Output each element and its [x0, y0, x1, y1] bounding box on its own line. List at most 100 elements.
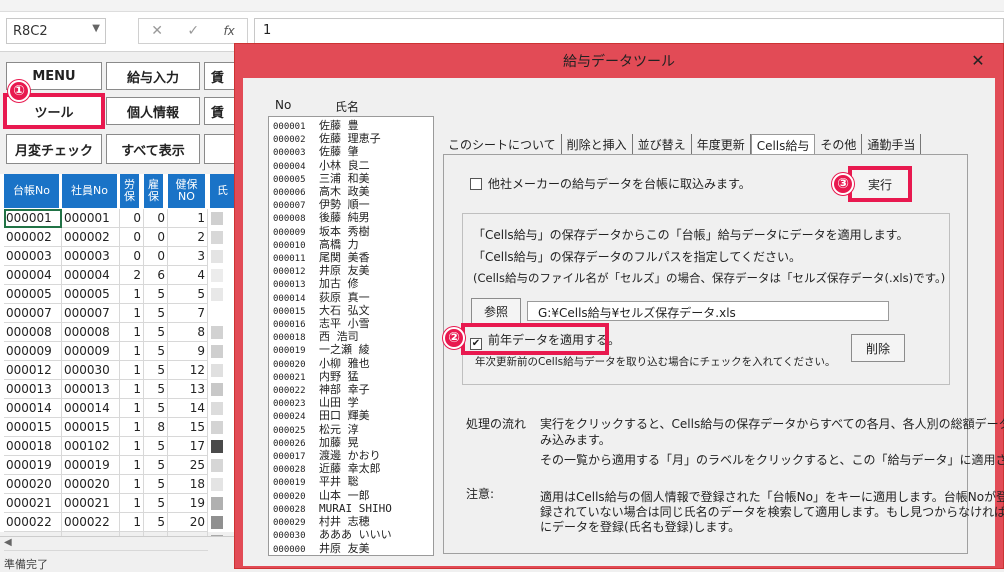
apply-prev-checkbox[interactable]: ✔ [470, 338, 482, 350]
grid-cell[interactable]: 0 [120, 228, 144, 247]
grid-cell[interactable]: 1 [120, 494, 144, 513]
column-header[interactable]: 台帳No [4, 174, 60, 208]
grid-cell[interactable]: 5 [144, 323, 168, 342]
partial-button-1[interactable]: 賃 [204, 62, 236, 90]
grid-cell[interactable]: 3 [168, 247, 208, 266]
grid-cell[interactable]: 000015 [4, 418, 62, 437]
tab-0[interactable]: このシートについて [443, 134, 562, 154]
grid-cell[interactable]: 000021 [62, 494, 120, 513]
tab-4[interactable]: Cells給与 [750, 134, 816, 155]
show-all-button[interactable]: すべて表示 [106, 134, 200, 164]
grid-cell[interactable]: 17 [168, 437, 208, 456]
grid-cell[interactable]: 1 [120, 380, 144, 399]
browse-button[interactable]: 参照 [471, 298, 521, 324]
grid-cell[interactable]: 1 [120, 418, 144, 437]
grid-cell[interactable]: 20 [168, 513, 208, 532]
grid-cell[interactable]: 1 [120, 456, 144, 475]
grid-cell[interactable]: 8 [168, 323, 208, 342]
import-other-row[interactable]: 他社メーカーの給与データを台帳に取込みます。 [470, 175, 751, 192]
column-header[interactable]: 健保NO [168, 174, 206, 208]
grid-cell[interactable]: 000001 [62, 209, 120, 228]
grid-cell[interactable]: 5 [144, 475, 168, 494]
chevron-down-icon[interactable]: ▼ [92, 23, 100, 34]
grid-cell[interactable]: 000022 [62, 513, 120, 532]
grid-cell[interactable]: 000020 [4, 475, 62, 494]
formula-input[interactable]: 1 [254, 18, 1004, 44]
grid-cell[interactable]: 000015 [62, 418, 120, 437]
grid-cell[interactable]: 5 [144, 342, 168, 361]
grid-cell[interactable]: 6 [144, 266, 168, 285]
grid-cell[interactable]: 000007 [62, 304, 120, 323]
grid-cell[interactable]: 5 [168, 285, 208, 304]
scroll-left-icon[interactable]: ◀ [4, 537, 12, 548]
table-row[interactable]: 000009 000009 1 5 9 [0, 342, 236, 361]
grid-cell[interactable]: 5 [144, 399, 168, 418]
grid-cell[interactable]: 000004 [4, 266, 62, 285]
table-row[interactable]: 000003 000003 0 0 3 [0, 247, 236, 266]
grid-cell[interactable]: 0 [144, 228, 168, 247]
grid-cell[interactable]: 1 [120, 399, 144, 418]
tab-6[interactable]: 通勤手当 [862, 134, 922, 154]
grid-cell[interactable]: 000012 [4, 361, 62, 380]
grid-cell[interactable]: 1 [120, 323, 144, 342]
grid-cell[interactable]: 8 [144, 418, 168, 437]
grid-cell[interactable]: 0 [120, 247, 144, 266]
grid-cell[interactable]: 4 [168, 266, 208, 285]
grid-cell[interactable]: 1 [120, 285, 144, 304]
table-row[interactable]: 000004 000004 2 6 4 [0, 266, 236, 285]
table-row[interactable]: 000019 000019 1 5 25 [0, 456, 236, 475]
grid-cell[interactable]: 13 [168, 380, 208, 399]
grid-cell[interactable]: 000030 [62, 361, 120, 380]
grid-cell[interactable]: 1 [120, 361, 144, 380]
grid-cell[interactable]: 1 [120, 513, 144, 532]
table-row[interactable]: 000022 000022 1 5 20 [0, 513, 236, 532]
grid-cell[interactable]: 000004 [62, 266, 120, 285]
column-header[interactable]: 雇保 [144, 174, 164, 208]
table-row[interactable]: 000012 000030 1 5 12 [0, 361, 236, 380]
grid-cell[interactable]: 2 [168, 228, 208, 247]
table-row[interactable]: 000018 000102 1 5 17 [0, 437, 236, 456]
grid-cell[interactable]: 000013 [62, 380, 120, 399]
personal-info-button[interactable]: 個人情報 [106, 97, 200, 125]
grid-cell[interactable]: 000007 [4, 304, 62, 323]
grid-cell[interactable]: 0 [120, 209, 144, 228]
grid-cell[interactable]: 9 [168, 342, 208, 361]
column-header[interactable]: 労保 [120, 174, 140, 208]
grid-cell[interactable]: 25 [168, 456, 208, 475]
list-item[interactable]: 000000 井原 友美 [273, 542, 429, 556]
import-other-checkbox[interactable] [470, 178, 482, 190]
grid-cell[interactable]: 5 [144, 456, 168, 475]
grid-cell[interactable]: 5 [144, 361, 168, 380]
grid-cell[interactable]: 000008 [4, 323, 62, 342]
grid-cell[interactable]: 000019 [62, 456, 120, 475]
grid-cell[interactable]: 000005 [4, 285, 62, 304]
cancel-icon[interactable]: ✕ [151, 23, 163, 39]
grid-cell[interactable]: 000014 [4, 399, 62, 418]
column-header[interactable]: 氏 [210, 174, 236, 208]
grid-cell[interactable]: 000020 [62, 475, 120, 494]
table-row[interactable]: 000002 000002 0 0 2 [0, 228, 236, 247]
tab-1[interactable]: 削除と挿入 [562, 134, 633, 154]
grid-cell[interactable]: 000021 [4, 494, 62, 513]
grid-cell[interactable]: 000003 [4, 247, 62, 266]
grid-cell[interactable]: 000022 [4, 513, 62, 532]
grid-cell[interactable]: 1 [168, 209, 208, 228]
grid-cell[interactable]: 19 [168, 494, 208, 513]
grid-cell[interactable]: 2 [120, 266, 144, 285]
grid-cell[interactable]: 5 [144, 304, 168, 323]
grid-cell[interactable]: 5 [144, 494, 168, 513]
name-box[interactable]: R8C2 ▼ [6, 18, 106, 44]
grid-cell[interactable]: 12 [168, 361, 208, 380]
grid-cell[interactable]: 000014 [62, 399, 120, 418]
delete-button[interactable]: 削除 [851, 334, 905, 362]
close-icon[interactable]: ✕ [967, 50, 989, 70]
fx-icon[interactable]: fx [223, 24, 234, 38]
check-icon[interactable]: ✓ [187, 23, 199, 39]
grid-cell[interactable]: 5 [144, 285, 168, 304]
table-row[interactable]: 000007 000007 1 5 7 [0, 304, 236, 323]
grid-cell[interactable]: 7 [168, 304, 208, 323]
apply-prev-row[interactable]: ✔ 前年データを適用する。 [461, 323, 620, 355]
grid-cell[interactable]: 1 [120, 475, 144, 494]
grid-cell[interactable]: 0 [144, 209, 168, 228]
partial-button-3[interactable] [204, 134, 236, 164]
